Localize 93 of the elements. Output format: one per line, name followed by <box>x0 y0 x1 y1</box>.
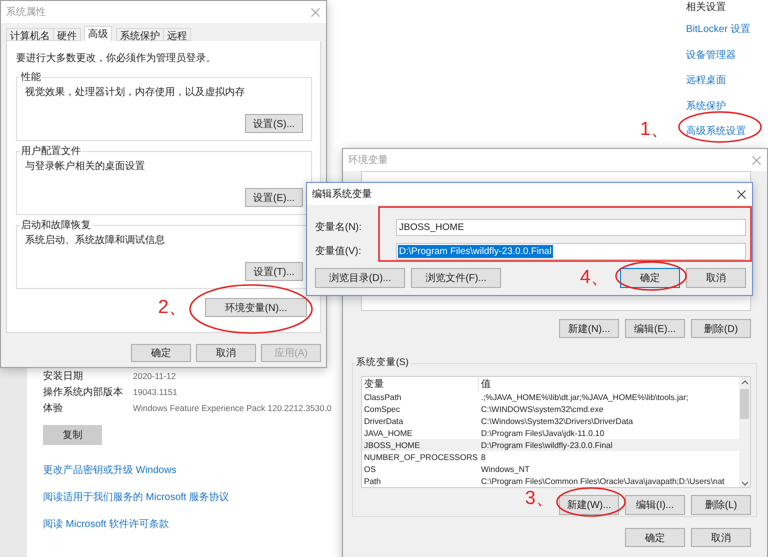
list-row[interactable]: NUMBER_OF_PROCESSORS 8 <box>362 451 739 464</box>
related-link[interactable]: BitLocker 设置 <box>686 23 758 48</box>
variable-name: ClassPath <box>363 393 402 402</box>
environment-variables-button[interactable]: 环境变量(N)... <box>205 298 307 317</box>
window-title: 编辑系统变量 <box>312 188 372 201</box>
window-title: 系统属性 <box>6 6 46 19</box>
dialog-button[interactable]: 确定 <box>625 528 685 547</box>
field-label: 变量值(V): <box>315 244 362 258</box>
scroll-thumb[interactable] <box>740 389 749 419</box>
variable-name: Path <box>363 476 382 486</box>
info-label: 安装日期 <box>43 370 84 383</box>
page-link[interactable]: 阅读适用于我们服务的 Microsoft 服务协议 <box>43 490 230 504</box>
info-label: 体验 <box>43 402 64 415</box>
info-label: 操作系统内部版本 <box>43 386 124 399</box>
list-row[interactable]: ComSpec C:\WINDOWS\system32\cmd.exe <box>362 404 739 416</box>
step-number: 4、 <box>580 266 610 290</box>
variable-name: OS <box>363 464 377 474</box>
related-settings-heading: 相关设置 <box>686 1 727 15</box>
copy-button[interactable]: 复制 <box>43 425 102 445</box>
input-field[interactable]: D:\Program Files\wildfly-23.0.0.Final <box>396 242 746 260</box>
variable-name: ComSpec <box>363 405 401 414</box>
field-value: JBOSS_HOME <box>398 220 465 234</box>
group-description: 视觉效果，处理器计划，内存使用，以及虚拟内存 <box>25 86 246 99</box>
group-title: 性能 <box>20 70 42 84</box>
tab[interactable]: 计算机名 <box>6 28 54 41</box>
scroll-up-icon[interactable] <box>740 379 748 385</box>
variable-value: Windows_NT <box>480 464 531 474</box>
related-link[interactable]: 系统保护 <box>686 100 758 125</box>
admin-notice: 要进行大多数更改，你必须作为管理员登录。 <box>16 52 217 66</box>
list-button[interactable]: 新建(N)... <box>559 319 619 338</box>
settings-button[interactable]: 设置(S)... <box>245 114 303 133</box>
variable-value: 8 <box>480 452 487 462</box>
group-title: 启动和故障恢复 <box>20 218 92 232</box>
scrollbar[interactable] <box>739 377 750 487</box>
close-icon[interactable] <box>737 190 746 198</box>
dialog-button[interactable]: 取消 <box>691 528 751 547</box>
group-title: 用户配置文件 <box>20 144 82 158</box>
list-button[interactable]: 编辑(I)... <box>625 495 685 515</box>
list-row[interactable]: JBOSS_HOME D:\Program Files\wildfly-23.0.0.Final <box>362 439 739 452</box>
browse-button[interactable]: 浏览目录(D)... <box>315 268 405 288</box>
list-button[interactable]: 新建(W)... <box>559 495 619 515</box>
list-button[interactable]: 编辑(E)... <box>625 319 685 338</box>
page-link[interactable]: 阅读 Microsoft 软件许可条款 <box>43 517 170 531</box>
variable-value: C:\Program Files\Common Files\Oracle\Java\javapath;D:\Users\nat <box>480 476 726 486</box>
step-number: 1、 <box>640 118 670 142</box>
step-number: 2、 <box>158 296 188 320</box>
list-button[interactable]: 删除(L) <box>691 495 751 515</box>
field-label: 变量名(N): <box>315 220 363 234</box>
related-link[interactable]: 远程桌面 <box>686 74 758 100</box>
column-header[interactable]: 变量 <box>362 377 479 392</box>
browse-button[interactable]: 浏览文件(F)... <box>411 268 501 288</box>
annotation-ellipse <box>556 487 626 517</box>
tab[interactable]: 远程 <box>163 28 191 41</box>
tab[interactable]: 硬件 <box>53 28 81 41</box>
field-value: D:\Program Files\wildfly-23.0.0.Final <box>398 244 553 258</box>
dialog-button[interactable]: 确定 <box>620 268 680 288</box>
info-value: Windows Feature Experience Pack 120.2212.3530.0 <box>133 403 332 413</box>
list-row[interactable]: DriverData C:\Windows\System32\Drivers\DriverData <box>362 416 739 428</box>
settings-button[interactable]: 设置(T)... <box>245 262 303 281</box>
column-header[interactable]: 值 <box>479 377 739 392</box>
dialog-button[interactable]: 取消 <box>196 344 256 362</box>
list-row[interactable]: JAVA_HOME D:\Program Files\Java\jdk-11.0.10 <box>362 428 739 440</box>
step-number: 3、 <box>525 487 555 511</box>
tab[interactable]: 系统保护 <box>116 28 164 41</box>
list-row[interactable]: ClassPath .;%JAVA_HOME%\lib\dt.jar;%JAVA_HOME%\lib\tools.jar; <box>362 392 739 404</box>
variable-value: C:\Windows\System32\Drivers\DriverData <box>480 417 634 426</box>
window-title: 环境变量 <box>348 154 388 167</box>
dialog-button[interactable]: 取消 <box>686 268 746 288</box>
variable-name: JAVA_HOME <box>363 428 414 438</box>
variable-value: C:\WINDOWS\system32\cmd.exe <box>480 405 604 414</box>
variable-name: NUMBER_OF_PROCESSORS <box>363 452 479 462</box>
info-value: 2020-11-12 <box>133 371 176 381</box>
list-button[interactable]: 删除(D) <box>691 319 751 338</box>
list-row[interactable]: OS Windows_NT <box>362 463 739 476</box>
related-link[interactable]: 高级系统设置 <box>686 125 758 150</box>
scroll-down-icon[interactable] <box>740 481 748 487</box>
group-description: 系统启动、系统故障和调试信息 <box>25 234 166 247</box>
page-link[interactable]: 更改产品密钥或升级 Windows <box>43 463 176 477</box>
dialog-button[interactable]: 确定 <box>131 344 191 362</box>
settings-button[interactable]: 设置(E)... <box>245 188 303 207</box>
input-field[interactable]: JBOSS_HOME <box>396 218 746 236</box>
variable-name: DriverData <box>363 417 404 426</box>
info-value: 19043.1151 <box>133 387 178 397</box>
tab[interactable]: 高级 <box>84 26 112 41</box>
group-description: 与登录帐户相关的桌面设置 <box>25 160 146 173</box>
group-title: 系统变量(S) <box>355 356 410 369</box>
variable-value: D:\Program Files\wildfly-23.0.0.Final <box>480 440 614 450</box>
annotation-ellipse <box>615 261 687 291</box>
related-link[interactable]: 设备管理器 <box>686 48 758 74</box>
variable-value: D:\Program Files\Java\jdk-11.0.10 <box>480 428 606 438</box>
variable-name: JBOSS_HOME <box>363 440 421 450</box>
variable-value: .;%JAVA_HOME%\lib\dt.jar;%JAVA_HOME%\lib\tools.jar; <box>480 393 690 402</box>
list-row[interactable]: Path C:\Program Files\Common Files\Oracle\Java\javapath;D:\Users\nat <box>362 475 739 487</box>
